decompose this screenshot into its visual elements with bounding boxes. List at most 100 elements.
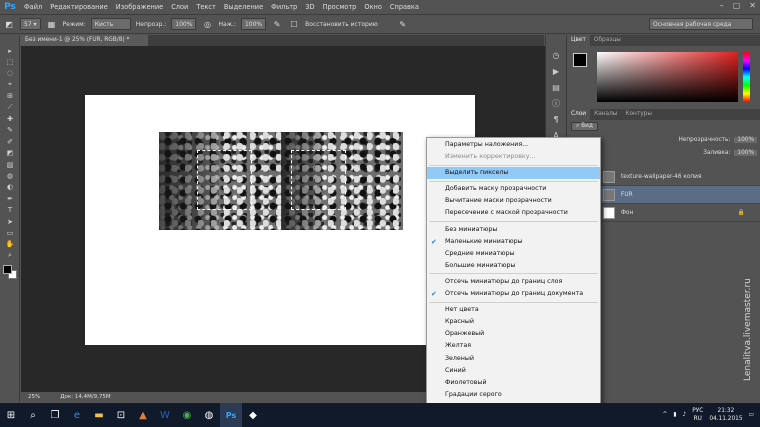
tab-channels[interactable]: Каналы (590, 109, 621, 120)
file-explorer-icon[interactable]: ▬ (88, 403, 110, 427)
opacity-field[interactable]: 100% (171, 18, 197, 30)
context-menu-item[interactable]: Красный (427, 316, 600, 328)
tool-11-icon[interactable]: ◍ (0, 170, 20, 181)
tool-2-icon[interactable]: ◌ (0, 68, 20, 79)
menu-4[interactable]: Текст (192, 0, 220, 14)
tool-foreground-color[interactable] (3, 265, 12, 275)
context-menu-item[interactable]: Средние миниатюры (427, 248, 600, 260)
airbrush-icon[interactable]: ✎ (271, 18, 283, 30)
tool-17-icon[interactable]: ✋ (0, 239, 20, 250)
tab-color[interactable]: Цвет (567, 35, 590, 46)
context-menu-item[interactable]: Оранжевый (427, 328, 600, 340)
chrome-icon[interactable]: ◉ (176, 403, 198, 427)
color-picker-field[interactable] (597, 52, 738, 102)
context-menu-item[interactable]: ✔ Маленькие миниатюры (427, 236, 600, 248)
menu-3[interactable]: Слои (167, 0, 192, 14)
eraser-tool-icon[interactable]: ◩ (3, 18, 15, 30)
tool-15-icon[interactable]: ➤ (0, 216, 20, 227)
menu-0[interactable]: Файл (20, 0, 46, 14)
context-menu-item[interactable]: Нет цвета (427, 304, 600, 316)
menu-7[interactable]: 3D (301, 0, 318, 14)
workspace-select[interactable]: Основная рабочая среда (649, 18, 753, 30)
zoom-level[interactable]: 25% (28, 394, 40, 400)
clock[interactable]: 21:32 04.11.2015 (709, 407, 742, 423)
tool-14-icon[interactable]: T (0, 204, 20, 215)
context-menu-item[interactable]: Отсечь миниатюры до границ слоя (427, 276, 600, 288)
word-icon[interactable]: W (154, 403, 176, 427)
layer-kind-select[interactable]: ⌕ Вид (571, 122, 598, 131)
network-icon[interactable]: ▮ (673, 412, 676, 418)
context-menu-item[interactable]: Пересечение с маской прозрачности (427, 207, 600, 219)
search-icon[interactable]: ⌕ (22, 403, 44, 427)
menu-8[interactable]: Просмотр (319, 0, 361, 14)
properties-icon[interactable]: ▤ (546, 79, 566, 95)
tool-12-icon[interactable]: ◐ (0, 182, 20, 193)
tool-0-icon[interactable]: ▸ (0, 45, 20, 56)
tool-13-icon[interactable]: ✒ (0, 193, 20, 204)
edge-browser-icon[interactable]: e (66, 403, 88, 427)
mode-select[interactable]: Кисть (90, 18, 131, 30)
foreground-color[interactable] (573, 53, 587, 67)
context-menu-item[interactable]: Параметры наложения... (427, 139, 600, 151)
tool-7-icon[interactable]: ✎ (0, 125, 20, 136)
menu-9[interactable]: Окно (360, 0, 386, 14)
hue-slider[interactable] (743, 52, 750, 102)
context-menu-item[interactable]: Вычитание маски прозрачности (427, 195, 600, 207)
volume-icon[interactable]: ♪ (683, 412, 687, 418)
tool-4-icon[interactable]: ⊞ (0, 91, 20, 102)
context-menu-item[interactable]: Без миниатюры (427, 224, 600, 236)
tab-layers[interactable]: Слои (567, 109, 591, 120)
tool-5-icon[interactable]: ⟋ (0, 102, 20, 113)
document-tab[interactable]: Без имени-1 @ 25% (FUR, RGB/8) * (20, 35, 148, 46)
windows-start-icon[interactable]: ⊞ (0, 403, 22, 427)
tool-16-icon[interactable]: ▭ (0, 227, 20, 238)
layer-opacity-field[interactable]: 100% (734, 136, 757, 143)
info-icon[interactable]: ⓘ (546, 95, 566, 111)
tool-10-icon[interactable]: ▨ (0, 159, 20, 170)
tool-color-swatches[interactable] (3, 265, 17, 283)
task-view-icon[interactable]: ❐ (44, 403, 66, 427)
tool-8-icon[interactable]: ✐ (0, 136, 20, 147)
tool-9-icon[interactable]: ◩ (0, 148, 20, 159)
store-icon[interactable]: ⊡ (110, 403, 132, 427)
context-menu-item[interactable]: Выделить пикселы (427, 167, 600, 180)
notifications-icon[interactable]: ▭ (749, 412, 754, 418)
tab-paths[interactable]: Контуры (621, 109, 656, 120)
context-menu-item[interactable]: Градации серого (427, 389, 600, 401)
context-menu-item[interactable]: Желтая (427, 340, 600, 352)
tool-18-icon[interactable]: ⌕ (0, 250, 20, 261)
language-indicator[interactable]: РУС RU (692, 407, 703, 423)
menu-1[interactable]: Редактирование (46, 0, 112, 14)
vlc-icon[interactable]: ▲ (132, 403, 154, 427)
menu-6[interactable]: Фильтр (267, 0, 301, 14)
pressure-opacity-icon[interactable]: ◎ (201, 18, 213, 30)
restore-history-checkbox[interactable]: ☐ (288, 18, 300, 30)
context-menu-item[interactable]: ✔ Отсечь миниатюры до границ документа (427, 288, 600, 300)
actions-icon[interactable]: ▶ (546, 63, 566, 79)
brush-size-picker[interactable]: 57 ▾ (20, 18, 41, 30)
app-icon[interactable]: ◆ (242, 403, 264, 427)
menu-5[interactable]: Выделение (220, 0, 267, 14)
context-menu-item[interactable]: Синий (427, 365, 600, 377)
menu-2[interactable]: Изображение (112, 0, 167, 14)
tool-3-icon[interactable]: ⌖ (0, 79, 20, 90)
photoshop-taskbar-icon[interactable]: Ps (220, 403, 242, 427)
tray-arrow-icon[interactable]: ^ (662, 412, 667, 418)
context-menu-item[interactable]: Фиолетовый (427, 377, 600, 389)
close-button[interactable]: ✕ (749, 1, 756, 10)
tab-swatches[interactable]: Образцы (590, 35, 625, 46)
context-menu-item[interactable]: Добавить маску прозрачности (427, 183, 600, 195)
layer-fill-field[interactable]: 100% (734, 149, 757, 156)
brush-panel-icon[interactable]: ▦ (46, 18, 58, 30)
flow-field[interactable]: 100% (240, 18, 267, 30)
paragraph-icon[interactable]: ¶ (546, 111, 566, 127)
pressure-size-icon[interactable]: ✎ (397, 18, 409, 30)
tool-1-icon[interactable]: ⬚ (0, 56, 20, 67)
tool-6-icon[interactable]: ✚ (0, 113, 20, 124)
context-menu-item[interactable]: Большие миниатюры (427, 260, 600, 272)
history-icon[interactable]: ◷ (546, 47, 566, 63)
steam-icon[interactable]: ◍ (198, 403, 220, 427)
maximize-button[interactable]: ▢ (733, 1, 741, 10)
context-menu-item[interactable]: Зеленый (427, 353, 600, 365)
menu-10[interactable]: Справка (386, 0, 423, 14)
